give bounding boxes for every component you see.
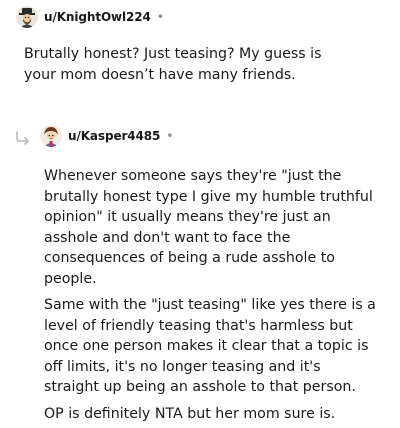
meta-separator: • [166,129,174,143]
comment-kasper4485: u/Kasper4485 • Whenever someone says the… [0,124,400,424]
comment-paragraph: Same with the "just teasing" like yes th… [44,297,376,395]
knight-avatar-icon[interactable] [16,6,38,28]
comment-body: Brutally honest? Just teasing? My guess … [0,44,354,85]
reply-arrow-icon [15,130,31,145]
comment-knightowl224: u/KnightOwl224 • Brutally honest? Just t… [0,5,400,85]
meta-separator: • [156,10,164,24]
username[interactable]: u/Kasper4485 [68,129,160,143]
kasper-avatar-icon[interactable] [40,125,62,147]
comment-paragraph: Brutally honest? Just teasing? My guess … [24,46,322,83]
comment-paragraph: OP is definitely NTA but her mom sure is… [44,405,336,422]
comment-header: u/Kasper4485 • [0,124,400,148]
comment-body: Whenever someone says they're "just the … [0,166,379,424]
username[interactable]: u/KnightOwl224 [44,10,151,24]
comment-header: u/KnightOwl224 • [0,5,400,29]
comment-paragraph: Whenever someone says they're "just the … [44,168,373,287]
